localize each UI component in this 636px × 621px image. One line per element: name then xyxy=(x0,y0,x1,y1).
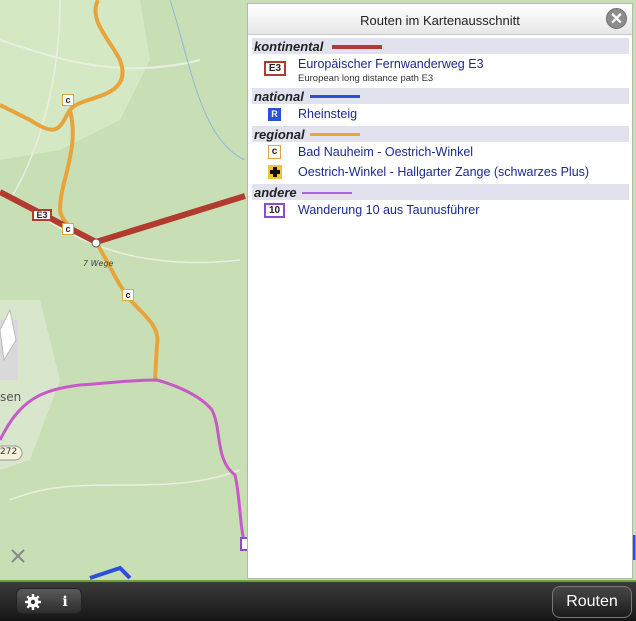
category-color-line xyxy=(332,45,382,49)
close-icon[interactable]: ✕ xyxy=(606,8,627,29)
category-header-kontinental: kontinental xyxy=(252,38,629,54)
gear-icon[interactable] xyxy=(22,591,44,613)
wanderung-10-symbol: 10 xyxy=(264,203,285,218)
regional-c-symbol: c xyxy=(268,145,281,159)
routes-button[interactable]: Routen xyxy=(552,586,632,618)
category-name: andere xyxy=(254,185,297,200)
category-name: regional xyxy=(254,127,305,142)
routes-panel: Routen im Kartenausschnitt ✕ kontinental… xyxy=(247,3,633,579)
regional-route-marker[interactable]: c xyxy=(62,223,74,235)
place-label: sen xyxy=(0,390,22,404)
route-subtitle: European long distance path E3 xyxy=(298,73,434,84)
category-color-line xyxy=(310,95,360,98)
route-name: Rheinsteig xyxy=(298,107,358,121)
e3-route-marker[interactable]: E3 xyxy=(32,209,52,221)
route-item-wanderung-10[interactable]: 10 Wanderung 10 aus Taunusführer xyxy=(252,203,629,221)
regional-route-marker[interactable]: c xyxy=(122,289,134,301)
category-header-andere: andere xyxy=(252,184,629,200)
info-icon[interactable]: i xyxy=(54,591,76,613)
cross-icon xyxy=(268,165,282,179)
route-name: Wanderung 10 aus Taunusführer xyxy=(298,203,480,217)
category-header-regional: regional xyxy=(252,126,629,142)
panel-header: Routen im Kartenausschnitt ✕ xyxy=(248,4,632,35)
route-item-bad-nauheim[interactable]: c Bad Nauheim - Oestrich-Winkel xyxy=(252,145,629,163)
junction-label: 7 Wege xyxy=(83,259,114,268)
category-color-line xyxy=(310,133,360,136)
route-item-rheinsteig[interactable]: R Rheinsteig xyxy=(252,107,629,125)
panel-title: Routen im Kartenausschnitt xyxy=(360,13,520,28)
route-name: Europäischer Fernwanderweg E3 xyxy=(298,57,484,71)
category-header-national: national xyxy=(252,88,629,104)
route-name: Bad Nauheim - Oestrich-Winkel xyxy=(298,145,474,159)
category-color-line xyxy=(302,192,352,194)
tool-button-group: i xyxy=(16,588,82,614)
category-name: kontinental xyxy=(254,39,324,54)
route-name: Oestrich-Winkel - Hallgarter Zange (schw… xyxy=(298,165,590,179)
e3-symbol: E3 xyxy=(264,61,286,76)
route-item-e3[interactable]: E3 Europäischer Fernwanderweg E3 Europea… xyxy=(252,57,629,87)
category-name: national xyxy=(254,89,304,104)
regional-route-marker[interactable]: c xyxy=(62,94,74,106)
road-ref-label: 272 xyxy=(0,447,18,457)
bottom-toolbar: i Routen xyxy=(0,580,636,621)
rheinsteig-symbol: R xyxy=(268,108,281,121)
plus-glyph xyxy=(270,167,280,177)
route-item-hallgarter-zange[interactable]: Oestrich-Winkel - Hallgarter Zange (schw… xyxy=(252,165,629,183)
